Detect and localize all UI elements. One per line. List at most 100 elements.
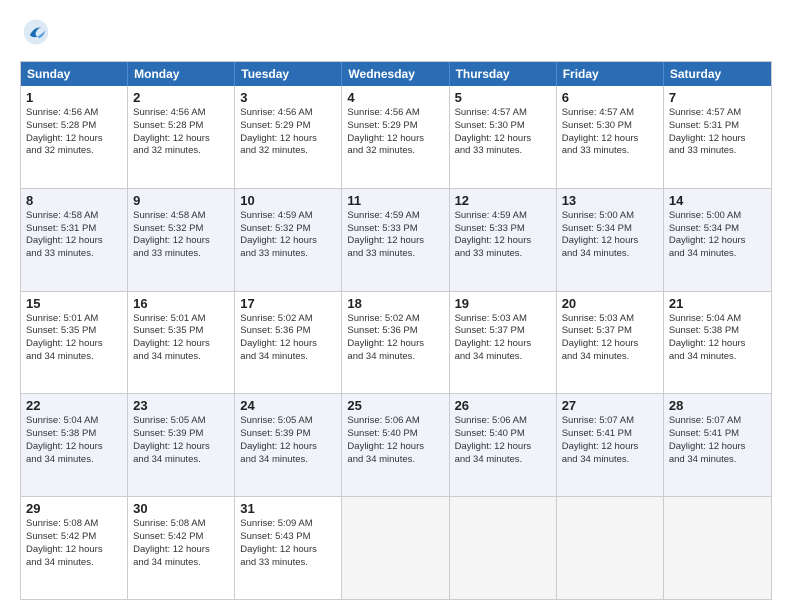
cell-info: Sunrise: 5:02 AMSunset: 5:36 PMDaylight:… <box>347 313 443 364</box>
cell-info: Sunrise: 4:58 AMSunset: 5:32 PMDaylight:… <box>133 210 229 261</box>
day-number: 2 <box>133 90 229 105</box>
day-cell-24: 24 Sunrise: 5:05 AMSunset: 5:39 PMDayligh… <box>235 394 342 496</box>
cell-info: Sunrise: 4:56 AMSunset: 5:29 PMDaylight:… <box>347 107 443 158</box>
day-cell-1: 1 Sunrise: 4:56 AMSunset: 5:28 PMDaylight… <box>21 86 128 188</box>
day-number: 5 <box>455 90 551 105</box>
day-number: 11 <box>347 193 443 208</box>
day-cell-30: 30Sunrise: 5:08 AMSunset: 5:42 PMDayligh… <box>128 497 235 599</box>
day-cell-31: 31Sunrise: 5:09 AMSunset: 5:43 PMDayligh… <box>235 497 342 599</box>
cell-info: Sunrise: 5:06 AMSunset: 5:40 PMDaylight:… <box>455 415 551 466</box>
day-cell-17: 17 Sunrise: 5:02 AMSunset: 5:36 PMDayligh… <box>235 292 342 394</box>
day-number: 1 <box>26 90 122 105</box>
day-cell-9: 9 Sunrise: 4:58 AMSunset: 5:32 PMDaylight… <box>128 189 235 291</box>
cell-info: Sunrise: 4:59 AMSunset: 5:32 PMDaylight:… <box>240 210 336 261</box>
logo-icon <box>22 18 50 46</box>
day-cell-7: 7 Sunrise: 4:57 AMSunset: 5:31 PMDaylight… <box>664 86 771 188</box>
header-day-saturday: Saturday <box>664 62 771 86</box>
day-cell-19: 19 Sunrise: 5:03 AMSunset: 5:37 PMDayligh… <box>450 292 557 394</box>
day-number: 9 <box>133 193 229 208</box>
cell-info: Sunrise: 5:01 AMSunset: 5:35 PMDaylight:… <box>133 313 229 364</box>
empty-cell <box>450 497 557 599</box>
day-number: 12 <box>455 193 551 208</box>
calendar-row-1: 1 Sunrise: 4:56 AMSunset: 5:28 PMDaylight… <box>21 86 771 188</box>
cell-info: Sunrise: 4:56 AMSunset: 5:29 PMDaylight:… <box>240 107 336 158</box>
day-cell-4: 4 Sunrise: 4:56 AMSunset: 5:29 PMDaylight… <box>342 86 449 188</box>
day-number: 20 <box>562 296 658 311</box>
day-number: 19 <box>455 296 551 311</box>
cell-info: Sunrise: 4:56 AMSunset: 5:28 PMDaylight:… <box>26 107 122 158</box>
header-day-thursday: Thursday <box>450 62 557 86</box>
day-number: 4 <box>347 90 443 105</box>
day-number: 29 <box>26 501 122 516</box>
day-number: 6 <box>562 90 658 105</box>
empty-cell <box>664 497 771 599</box>
day-cell-20: 20 Sunrise: 5:03 AMSunset: 5:37 PMDayligh… <box>557 292 664 394</box>
header-day-friday: Friday <box>557 62 664 86</box>
cell-info: Sunrise: 5:06 AMSunset: 5:40 PMDaylight:… <box>347 415 443 466</box>
day-cell-14: 14 Sunrise: 5:00 AMSunset: 5:34 PMDayligh… <box>664 189 771 291</box>
cell-info: Sunrise: 5:07 AMSunset: 5:41 PMDaylight:… <box>562 415 658 466</box>
day-number: 24 <box>240 398 336 413</box>
header-day-wednesday: Wednesday <box>342 62 449 86</box>
calendar-row-3: 15 Sunrise: 5:01 AMSunset: 5:35 PMDayligh… <box>21 291 771 394</box>
day-number: 3 <box>240 90 336 105</box>
day-number: 15 <box>26 296 122 311</box>
cell-info: Sunrise: 5:03 AMSunset: 5:37 PMDaylight:… <box>455 313 551 364</box>
cell-info: Sunrise: 5:07 AMSunset: 5:41 PMDaylight:… <box>669 415 766 466</box>
day-number: 25 <box>347 398 443 413</box>
header <box>20 18 772 51</box>
day-cell-18: 18 Sunrise: 5:02 AMSunset: 5:36 PMDayligh… <box>342 292 449 394</box>
cell-info: Sunrise: 4:57 AMSunset: 5:31 PMDaylight:… <box>669 107 766 158</box>
header-day-monday: Monday <box>128 62 235 86</box>
day-cell-15: 15 Sunrise: 5:01 AMSunset: 5:35 PMDayligh… <box>21 292 128 394</box>
day-cell-26: 26 Sunrise: 5:06 AMSunset: 5:40 PMDayligh… <box>450 394 557 496</box>
day-number: 23 <box>133 398 229 413</box>
calendar: SundayMondayTuesdayWednesdayThursdayFrid… <box>20 61 772 600</box>
day-cell-10: 10Sunrise: 4:59 AMSunset: 5:32 PMDayligh… <box>235 189 342 291</box>
page: SundayMondayTuesdayWednesdayThursdayFrid… <box>0 0 792 612</box>
day-cell-29: 29Sunrise: 5:08 AMSunset: 5:42 PMDayligh… <box>21 497 128 599</box>
cell-info: Sunrise: 4:58 AMSunset: 5:31 PMDaylight:… <box>26 210 122 261</box>
cell-info: Sunrise: 5:04 AMSunset: 5:38 PMDaylight:… <box>669 313 766 364</box>
day-cell-25: 25 Sunrise: 5:06 AMSunset: 5:40 PMDayligh… <box>342 394 449 496</box>
cell-info: Sunrise: 5:05 AMSunset: 5:39 PMDaylight:… <box>133 415 229 466</box>
day-number: 14 <box>669 193 766 208</box>
day-cell-16: 16Sunrise: 5:01 AMSunset: 5:35 PMDayligh… <box>128 292 235 394</box>
day-cell-27: 27 Sunrise: 5:07 AMSunset: 5:41 PMDayligh… <box>557 394 664 496</box>
day-number: 31 <box>240 501 336 516</box>
cell-info: Sunrise: 5:04 AMSunset: 5:38 PMDaylight:… <box>26 415 122 466</box>
day-number: 27 <box>562 398 658 413</box>
logo <box>20 18 50 51</box>
day-number: 7 <box>669 90 766 105</box>
day-cell-2: 2 Sunrise: 4:56 AMSunset: 5:28 PMDaylight… <box>128 86 235 188</box>
cell-info: Sunrise: 5:03 AMSunset: 5:37 PMDaylight:… <box>562 313 658 364</box>
cell-info: Sunrise: 5:05 AMSunset: 5:39 PMDaylight:… <box>240 415 336 466</box>
calendar-row-2: 8Sunrise: 4:58 AMSunset: 5:31 PMDaylight… <box>21 188 771 291</box>
day-cell-13: 13 Sunrise: 5:00 AMSunset: 5:34 PMDayligh… <box>557 189 664 291</box>
empty-cell <box>342 497 449 599</box>
day-cell-6: 6Sunrise: 4:57 AMSunset: 5:30 PMDaylight… <box>557 86 664 188</box>
calendar-row-5: 29Sunrise: 5:08 AMSunset: 5:42 PMDayligh… <box>21 496 771 599</box>
calendar-body: 1 Sunrise: 4:56 AMSunset: 5:28 PMDaylight… <box>21 86 771 599</box>
cell-info: Sunrise: 5:00 AMSunset: 5:34 PMDaylight:… <box>669 210 766 261</box>
cell-info: Sunrise: 5:01 AMSunset: 5:35 PMDaylight:… <box>26 313 122 364</box>
cell-info: Sunrise: 4:59 AMSunset: 5:33 PMDaylight:… <box>455 210 551 261</box>
cell-info: Sunrise: 5:02 AMSunset: 5:36 PMDaylight:… <box>240 313 336 364</box>
day-number: 30 <box>133 501 229 516</box>
cell-info: Sunrise: 4:59 AMSunset: 5:33 PMDaylight:… <box>347 210 443 261</box>
day-number: 13 <box>562 193 658 208</box>
day-cell-5: 5 Sunrise: 4:57 AMSunset: 5:30 PMDaylight… <box>450 86 557 188</box>
day-cell-12: 12 Sunrise: 4:59 AMSunset: 5:33 PMDayligh… <box>450 189 557 291</box>
day-number: 18 <box>347 296 443 311</box>
day-number: 28 <box>669 398 766 413</box>
cell-info: Sunrise: 4:57 AMSunset: 5:30 PMDaylight:… <box>455 107 551 158</box>
day-cell-21: 21Sunrise: 5:04 AMSunset: 5:38 PMDayligh… <box>664 292 771 394</box>
cell-info: Sunrise: 5:00 AMSunset: 5:34 PMDaylight:… <box>562 210 658 261</box>
day-cell-8: 8Sunrise: 4:58 AMSunset: 5:31 PMDaylight… <box>21 189 128 291</box>
day-cell-23: 23 Sunrise: 5:05 AMSunset: 5:39 PMDayligh… <box>128 394 235 496</box>
day-number: 26 <box>455 398 551 413</box>
day-number: 17 <box>240 296 336 311</box>
day-cell-3: 3 Sunrise: 4:56 AMSunset: 5:29 PMDaylight… <box>235 86 342 188</box>
empty-cell <box>557 497 664 599</box>
cell-info: Sunrise: 4:56 AMSunset: 5:28 PMDaylight:… <box>133 107 229 158</box>
